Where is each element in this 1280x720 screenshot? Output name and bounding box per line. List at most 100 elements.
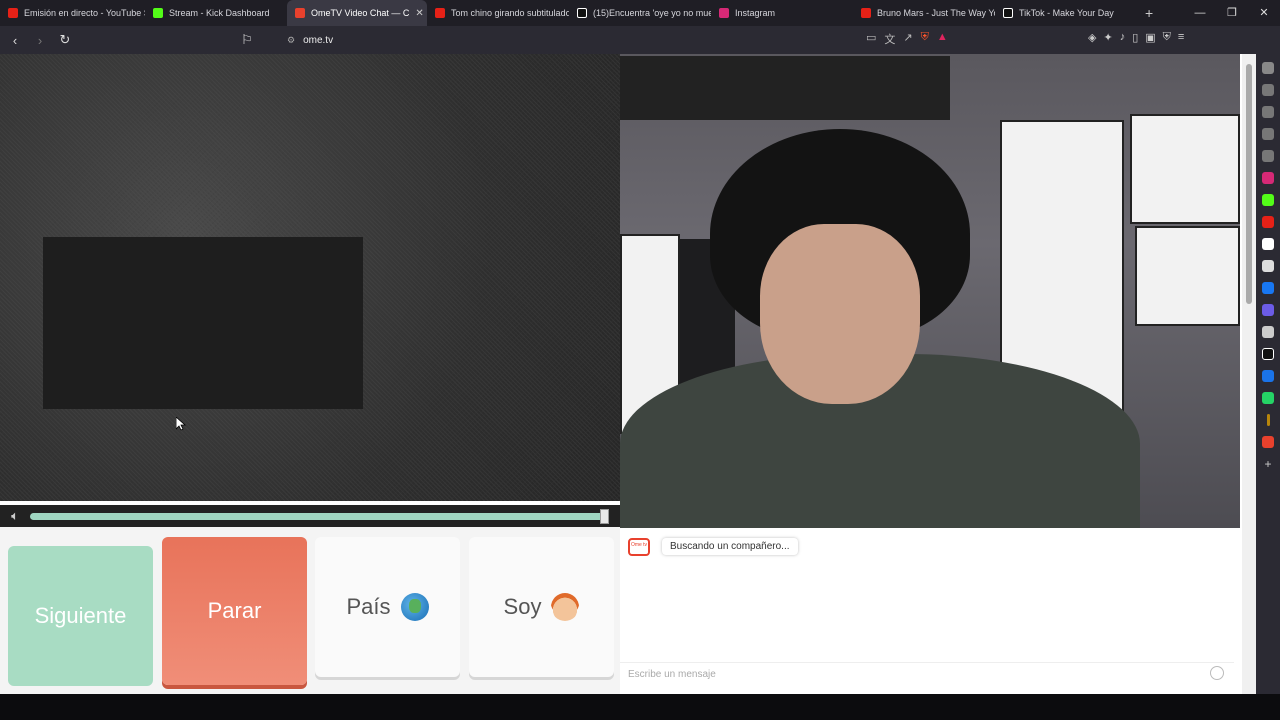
- tab-label: Tom chino girando subtitulado: [451, 8, 569, 18]
- site-info-icon[interactable]: ⚙: [287, 35, 295, 46]
- volume-slider[interactable]: [30, 508, 609, 524]
- tab-label: Instagram: [735, 8, 776, 18]
- stop-button-label: Parar: [207, 598, 262, 623]
- menu-icon[interactable]: ≡: [1178, 31, 1184, 44]
- media-icon[interactable]: ♪: [1120, 31, 1126, 44]
- tab-label: Stream - Kick Dashboard: [169, 8, 270, 18]
- tab-label: Bruno Mars - Just The Way You: [877, 8, 995, 18]
- instagram-icon: [719, 8, 729, 18]
- sidebar-history-icon[interactable]: [1262, 150, 1274, 162]
- chat-panel: Ome tv Buscando un compañero... Escribe …: [620, 528, 1234, 694]
- maximize-button[interactable]: ❐: [1216, 0, 1248, 26]
- tab-tiktok[interactable]: TikTok - Make Your Day: [995, 0, 1133, 26]
- remote-video: [0, 54, 620, 501]
- sidebar-youtube-icon[interactable]: [1262, 216, 1274, 228]
- tab-label: (15)Encuentra 'oye yo no mue: [593, 8, 711, 18]
- tab-tiktok-search[interactable]: (15)Encuentra 'oye yo no mue: [569, 0, 711, 26]
- gender-button-label: Soy: [503, 594, 542, 619]
- youtube-icon: [8, 8, 18, 18]
- rewards-icon[interactable]: ▲: [937, 31, 948, 47]
- navigation-bar: ‹ › ↻ ⚐ ⚙ ome.tv ▭ 文 ↗ ⛨ ▲ ◈ ✦ ♪ ▯ ▣ ⛨ ≡: [0, 26, 1280, 54]
- minimize-button[interactable]: —: [1184, 0, 1216, 26]
- tiktok-icon: [577, 8, 587, 18]
- wallet-icon[interactable]: ▣: [1145, 31, 1155, 44]
- tab-youtube-live[interactable]: Emisión en directo - YouTube S: [0, 0, 145, 26]
- sidebar-x-icon[interactable]: [1262, 260, 1274, 272]
- sidebar-wallet-icon[interactable]: [1262, 106, 1274, 118]
- country-button[interactable]: País: [315, 537, 460, 677]
- sidebar-app-icon[interactable]: [1262, 436, 1274, 448]
- sidebar-app-icon[interactable]: [1262, 238, 1274, 250]
- back-button[interactable]: ‹: [5, 33, 25, 48]
- tab-instagram[interactable]: Instagram: [711, 0, 853, 26]
- background-tv: [620, 56, 950, 120]
- tab-bar: Emisión en directo - YouTube S Stream - …: [0, 0, 1280, 26]
- extension-icon[interactable]: ◈: [1088, 31, 1096, 44]
- kick-icon: [153, 8, 163, 18]
- address-bar-actions: ▭ 文 ↗ ⛨ ▲: [866, 31, 948, 47]
- reload-button[interactable]: ↻: [55, 32, 75, 48]
- boy-icon: [551, 593, 580, 621]
- local-webcam-video: [620, 54, 1240, 528]
- window-controls: — ❐ ✕: [1184, 0, 1280, 26]
- stop-button[interactable]: Parar: [162, 537, 307, 685]
- sidebar-reading-icon[interactable]: [1262, 84, 1274, 96]
- url-text[interactable]: ome.tv: [303, 35, 333, 46]
- extension-icons: ◈ ✦ ♪ ▯ ▣ ⛨ ≡: [1088, 31, 1184, 44]
- youtube-icon: [861, 8, 871, 18]
- tab-label: OmeTV Video Chat — C: [311, 8, 410, 18]
- message-input[interactable]: Escribe un mensaje: [620, 662, 1234, 686]
- next-button[interactable]: Siguiente: [8, 546, 153, 686]
- close-window-button[interactable]: ✕: [1248, 0, 1280, 26]
- volume-slider-handle[interactable]: [600, 508, 609, 524]
- taskbar-strip: [0, 694, 1280, 720]
- background-poster: [1135, 226, 1240, 326]
- translate-icon[interactable]: 文: [884, 31, 895, 47]
- bookmark-icon[interactable]: ⚐: [237, 32, 257, 48]
- sidebar-pin-icon[interactable]: [1262, 62, 1274, 74]
- close-tab-icon[interactable]: ✕: [415, 8, 423, 19]
- chat-status-message: Buscando un compañero...: [662, 538, 798, 555]
- puzzle-icon[interactable]: ✦: [1103, 31, 1112, 44]
- browser-sidebar: +: [1256, 54, 1280, 694]
- sidebar-messenger-icon[interactable]: [1262, 304, 1274, 316]
- sidebar-translate-icon[interactable]: [1262, 370, 1274, 382]
- tab-ometv[interactable]: OmeTV Video Chat — C ✕: [287, 0, 427, 26]
- sidebar-add-icon[interactable]: +: [1262, 458, 1274, 470]
- tab-label: TikTok - Make Your Day: [1019, 8, 1114, 18]
- tab-tom-chino[interactable]: Tom chino girando subtitulado: [427, 0, 569, 26]
- volume-control: 🔈︎: [0, 505, 620, 527]
- sidebar-photos-icon[interactable]: [1262, 326, 1274, 338]
- sidebar-toggle-icon[interactable]: ▯: [1132, 31, 1138, 44]
- mouse-cursor-icon: [176, 417, 186, 431]
- sidebar-divider: [1266, 414, 1270, 426]
- emoji-icon[interactable]: [1210, 666, 1224, 680]
- page-scrollbar[interactable]: [1242, 54, 1256, 694]
- speaker-icon[interactable]: 🔈︎: [0, 508, 30, 524]
- shield-icon[interactable]: ⛨: [921, 31, 929, 47]
- new-tab-button[interactable]: +: [1133, 5, 1165, 21]
- sidebar-facebook-icon[interactable]: [1262, 282, 1274, 294]
- sidebar-instagram-icon[interactable]: [1262, 172, 1274, 184]
- ometv-icon: [295, 8, 305, 18]
- person-face: [760, 224, 920, 404]
- sidebar-bookmarks-icon[interactable]: [1262, 128, 1274, 140]
- cast-icon[interactable]: ▭: [866, 31, 876, 47]
- sidebar-tiktok-icon[interactable]: [1262, 348, 1274, 360]
- next-button-label: Siguiente: [34, 603, 127, 628]
- share-icon[interactable]: ↗: [903, 31, 912, 47]
- forward-button[interactable]: ›: [30, 33, 50, 48]
- tab-bruno-mars[interactable]: Bruno Mars - Just The Way You: [853, 0, 995, 26]
- sidebar-whatsapp-icon[interactable]: [1262, 392, 1274, 404]
- gender-button[interactable]: Soy: [469, 537, 614, 677]
- sidebar-kick-icon[interactable]: [1262, 194, 1274, 206]
- ometv-page: 🔈︎ Siguiente Parar País Soy Ome tv Busca…: [0, 54, 1256, 694]
- video-placeholder: [43, 237, 363, 409]
- youtube-icon: [435, 8, 445, 18]
- vpn-icon[interactable]: ⛨: [1163, 31, 1171, 44]
- scrollbar-thumb[interactable]: [1246, 64, 1252, 304]
- ometv-logo: Ome tv: [628, 538, 650, 556]
- tab-label: Emisión en directo - YouTube S: [24, 8, 145, 18]
- tiktok-icon: [1003, 8, 1013, 18]
- tab-kick-dashboard[interactable]: Stream - Kick Dashboard: [145, 0, 287, 26]
